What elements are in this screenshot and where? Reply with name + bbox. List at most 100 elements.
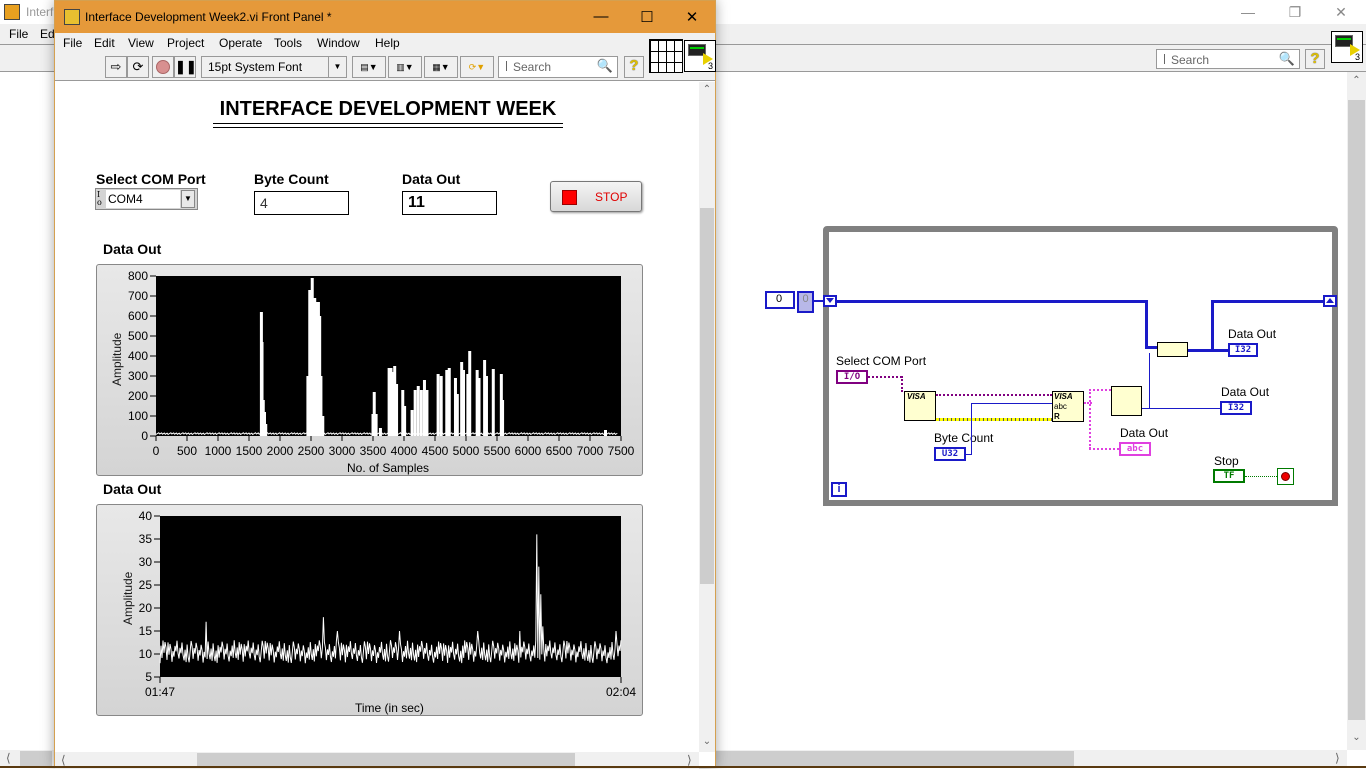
maximize-button[interactable]: ☐: [632, 8, 662, 26]
decimal-string-to-number-node[interactable]: [1111, 386, 1142, 416]
scroll-left-icon[interactable]: ⟨: [61, 753, 66, 767]
time-chart[interactable]: 5 10 15 20 25 30 35 40 01:47 02:04 Amplitude Time…: [96, 504, 643, 716]
scroll-down-icon[interactable]: ⌄: [699, 736, 715, 747]
amplitude-bar: [413, 390, 417, 436]
graph1-title: Data Out: [103, 241, 162, 257]
loop-iteration-terminal[interactable]: i: [831, 482, 847, 497]
fp-search-input[interactable]: Search 🔍: [498, 56, 618, 78]
chevron-down-icon[interactable]: ▼: [181, 190, 195, 208]
minimize-button[interactable]: —: [1233, 4, 1263, 22]
shift-register-init-constant[interactable]: 0: [765, 291, 795, 309]
shift-register-left[interactable]: [823, 295, 837, 307]
menu-view[interactable]: View: [128, 36, 154, 50]
build-array-node[interactable]: [1157, 342, 1188, 357]
y-tick-label: 800: [128, 269, 148, 283]
com-port-terminal[interactable]: I/O: [836, 370, 868, 384]
stop-button[interactable]: STOP: [550, 181, 642, 212]
scroll-up-icon[interactable]: ⌃: [1347, 75, 1366, 86]
menu-project[interactable]: Project: [167, 36, 204, 50]
search-scope-icon: [501, 61, 507, 71]
scroll-right-icon[interactable]: ⟩: [1335, 751, 1340, 765]
x-tick-label: 02:04: [606, 685, 636, 699]
font-selector[interactable]: 15pt System Font ▼: [201, 56, 347, 78]
menu-help[interactable]: Help: [375, 36, 400, 50]
data-out-numeric-terminal[interactable]: I32: [1220, 401, 1252, 415]
bd-menu-edit[interactable]: Ed: [40, 27, 55, 41]
bd-hscroll-thumb[interactable]: [716, 751, 1074, 766]
scroll-left-icon[interactable]: ⟨: [6, 751, 11, 765]
y-tick-label: 0: [141, 429, 148, 443]
search-icon[interactable]: 🔍: [597, 58, 613, 74]
pause-button[interactable]: ❚❚: [174, 56, 197, 78]
labview-vi-icon: [64, 9, 80, 25]
reorder-dropdown[interactable]: ⟳▼: [460, 56, 494, 78]
y-tick-label: 500: [128, 329, 148, 343]
fp-vertical-scrollbar[interactable]: ⌃ ⌄: [699, 82, 715, 752]
stop-led-icon: [562, 190, 577, 205]
fp-title-bar[interactable]: Interface Development Week2.vi Front Pan…: [55, 1, 715, 33]
distribute-objects-dropdown[interactable]: ▥▼: [388, 56, 422, 78]
bd-menu-file[interactable]: File: [9, 27, 28, 41]
x-tick-label: 3500: [360, 444, 387, 458]
search-icon[interactable]: 🔍: [1279, 51, 1295, 67]
bd-vscroll-thumb[interactable]: [1348, 100, 1365, 720]
connector-pane-icon[interactable]: [649, 39, 683, 73]
scroll-up-icon[interactable]: ⌃: [699, 84, 715, 95]
search-scope-icon: [1159, 54, 1165, 64]
byte-count-input[interactable]: 4: [254, 191, 349, 215]
y-tick-label: 30: [139, 555, 153, 569]
wire: [1142, 408, 1220, 409]
label-data-out-numeric: Data Out: [1221, 385, 1270, 399]
close-button[interactable]: ✕: [1326, 4, 1356, 22]
fp-help-button[interactable]: ?: [624, 56, 644, 78]
fp-vi-icon[interactable]: 3: [684, 40, 716, 72]
y-tick-label: 10: [139, 647, 153, 661]
loop-condition-stop-icon[interactable]: [1277, 468, 1294, 485]
amplitude-bar: [477, 378, 481, 436]
x-tick-label: 5500: [484, 444, 511, 458]
heading-underline: [213, 123, 563, 124]
samples-graph[interactable]: 0 100 200 300 400 500 600 700 800 0 500 1000 1500 200…: [96, 264, 643, 476]
menu-file[interactable]: File: [63, 36, 82, 50]
restore-button[interactable]: ❐: [1280, 4, 1310, 22]
data-out-array-terminal[interactable]: I32: [1228, 343, 1258, 357]
byte-count-label: Byte Count: [254, 171, 329, 187]
bd-help-button[interactable]: ?: [1305, 49, 1325, 69]
panel-heading: INTERFACE DEVELOPMENT WEEK: [219, 98, 557, 120]
run-button[interactable]: ⇨: [105, 56, 127, 78]
y-tick-label: 100: [128, 409, 148, 423]
wire: [1089, 389, 1091, 449]
menu-operate[interactable]: Operate: [219, 36, 262, 50]
scroll-down-icon[interactable]: ⌄: [1347, 732, 1366, 743]
bd-vi-icon[interactable]: 3: [1331, 31, 1363, 63]
fp-vscroll-thumb[interactable]: [700, 208, 714, 584]
menu-window[interactable]: Window: [317, 36, 360, 50]
run-continuously-button[interactable]: ⟳: [127, 56, 149, 78]
amplitude-bar: [468, 351, 472, 436]
plot-area: [160, 516, 621, 677]
stop-terminal[interactable]: TF: [1213, 469, 1245, 483]
shift-register-right[interactable]: [1323, 295, 1337, 307]
align-objects-dropdown[interactable]: ▤▼: [352, 56, 386, 78]
close-button[interactable]: ✕: [677, 8, 707, 26]
graph1-y-axis-label: Amplitude: [110, 332, 124, 386]
graph1-x-axis-label: No. of Samples: [347, 461, 430, 475]
visa-configure-serial-node[interactable]: VISA: [904, 391, 936, 421]
minimize-button[interactable]: —: [586, 8, 616, 26]
samples-graph-svg: 0 100 200 300 400 500 600 700 800 0 500 1000 1500 200…: [128, 269, 635, 458]
data-out-string-terminal[interactable]: abc: [1119, 442, 1151, 456]
menu-tools[interactable]: Tools: [274, 36, 302, 50]
com-port-selector[interactable]: Io COM4 ▼: [95, 188, 198, 210]
scroll-right-icon[interactable]: ⟩: [687, 753, 692, 767]
fp-menu-bar: File Edit View Project Operate Tools Win…: [55, 33, 715, 53]
byte-count-terminal[interactable]: U32: [934, 447, 966, 461]
graph2-x-axis-label: Time (in sec): [355, 701, 424, 715]
iteration-constant[interactable]: 0: [797, 291, 814, 313]
resize-objects-dropdown[interactable]: ▦▼: [424, 56, 458, 78]
bd-vertical-scrollbar[interactable]: ⌃ ⌄: [1347, 72, 1366, 750]
visa-read-node[interactable]: VISA abc R: [1052, 391, 1084, 422]
abort-button[interactable]: [152, 56, 174, 78]
menu-edit[interactable]: Edit: [94, 36, 115, 50]
bd-search-input[interactable]: Search 🔍: [1156, 49, 1300, 69]
x-tick-label: 01:47: [145, 685, 175, 699]
